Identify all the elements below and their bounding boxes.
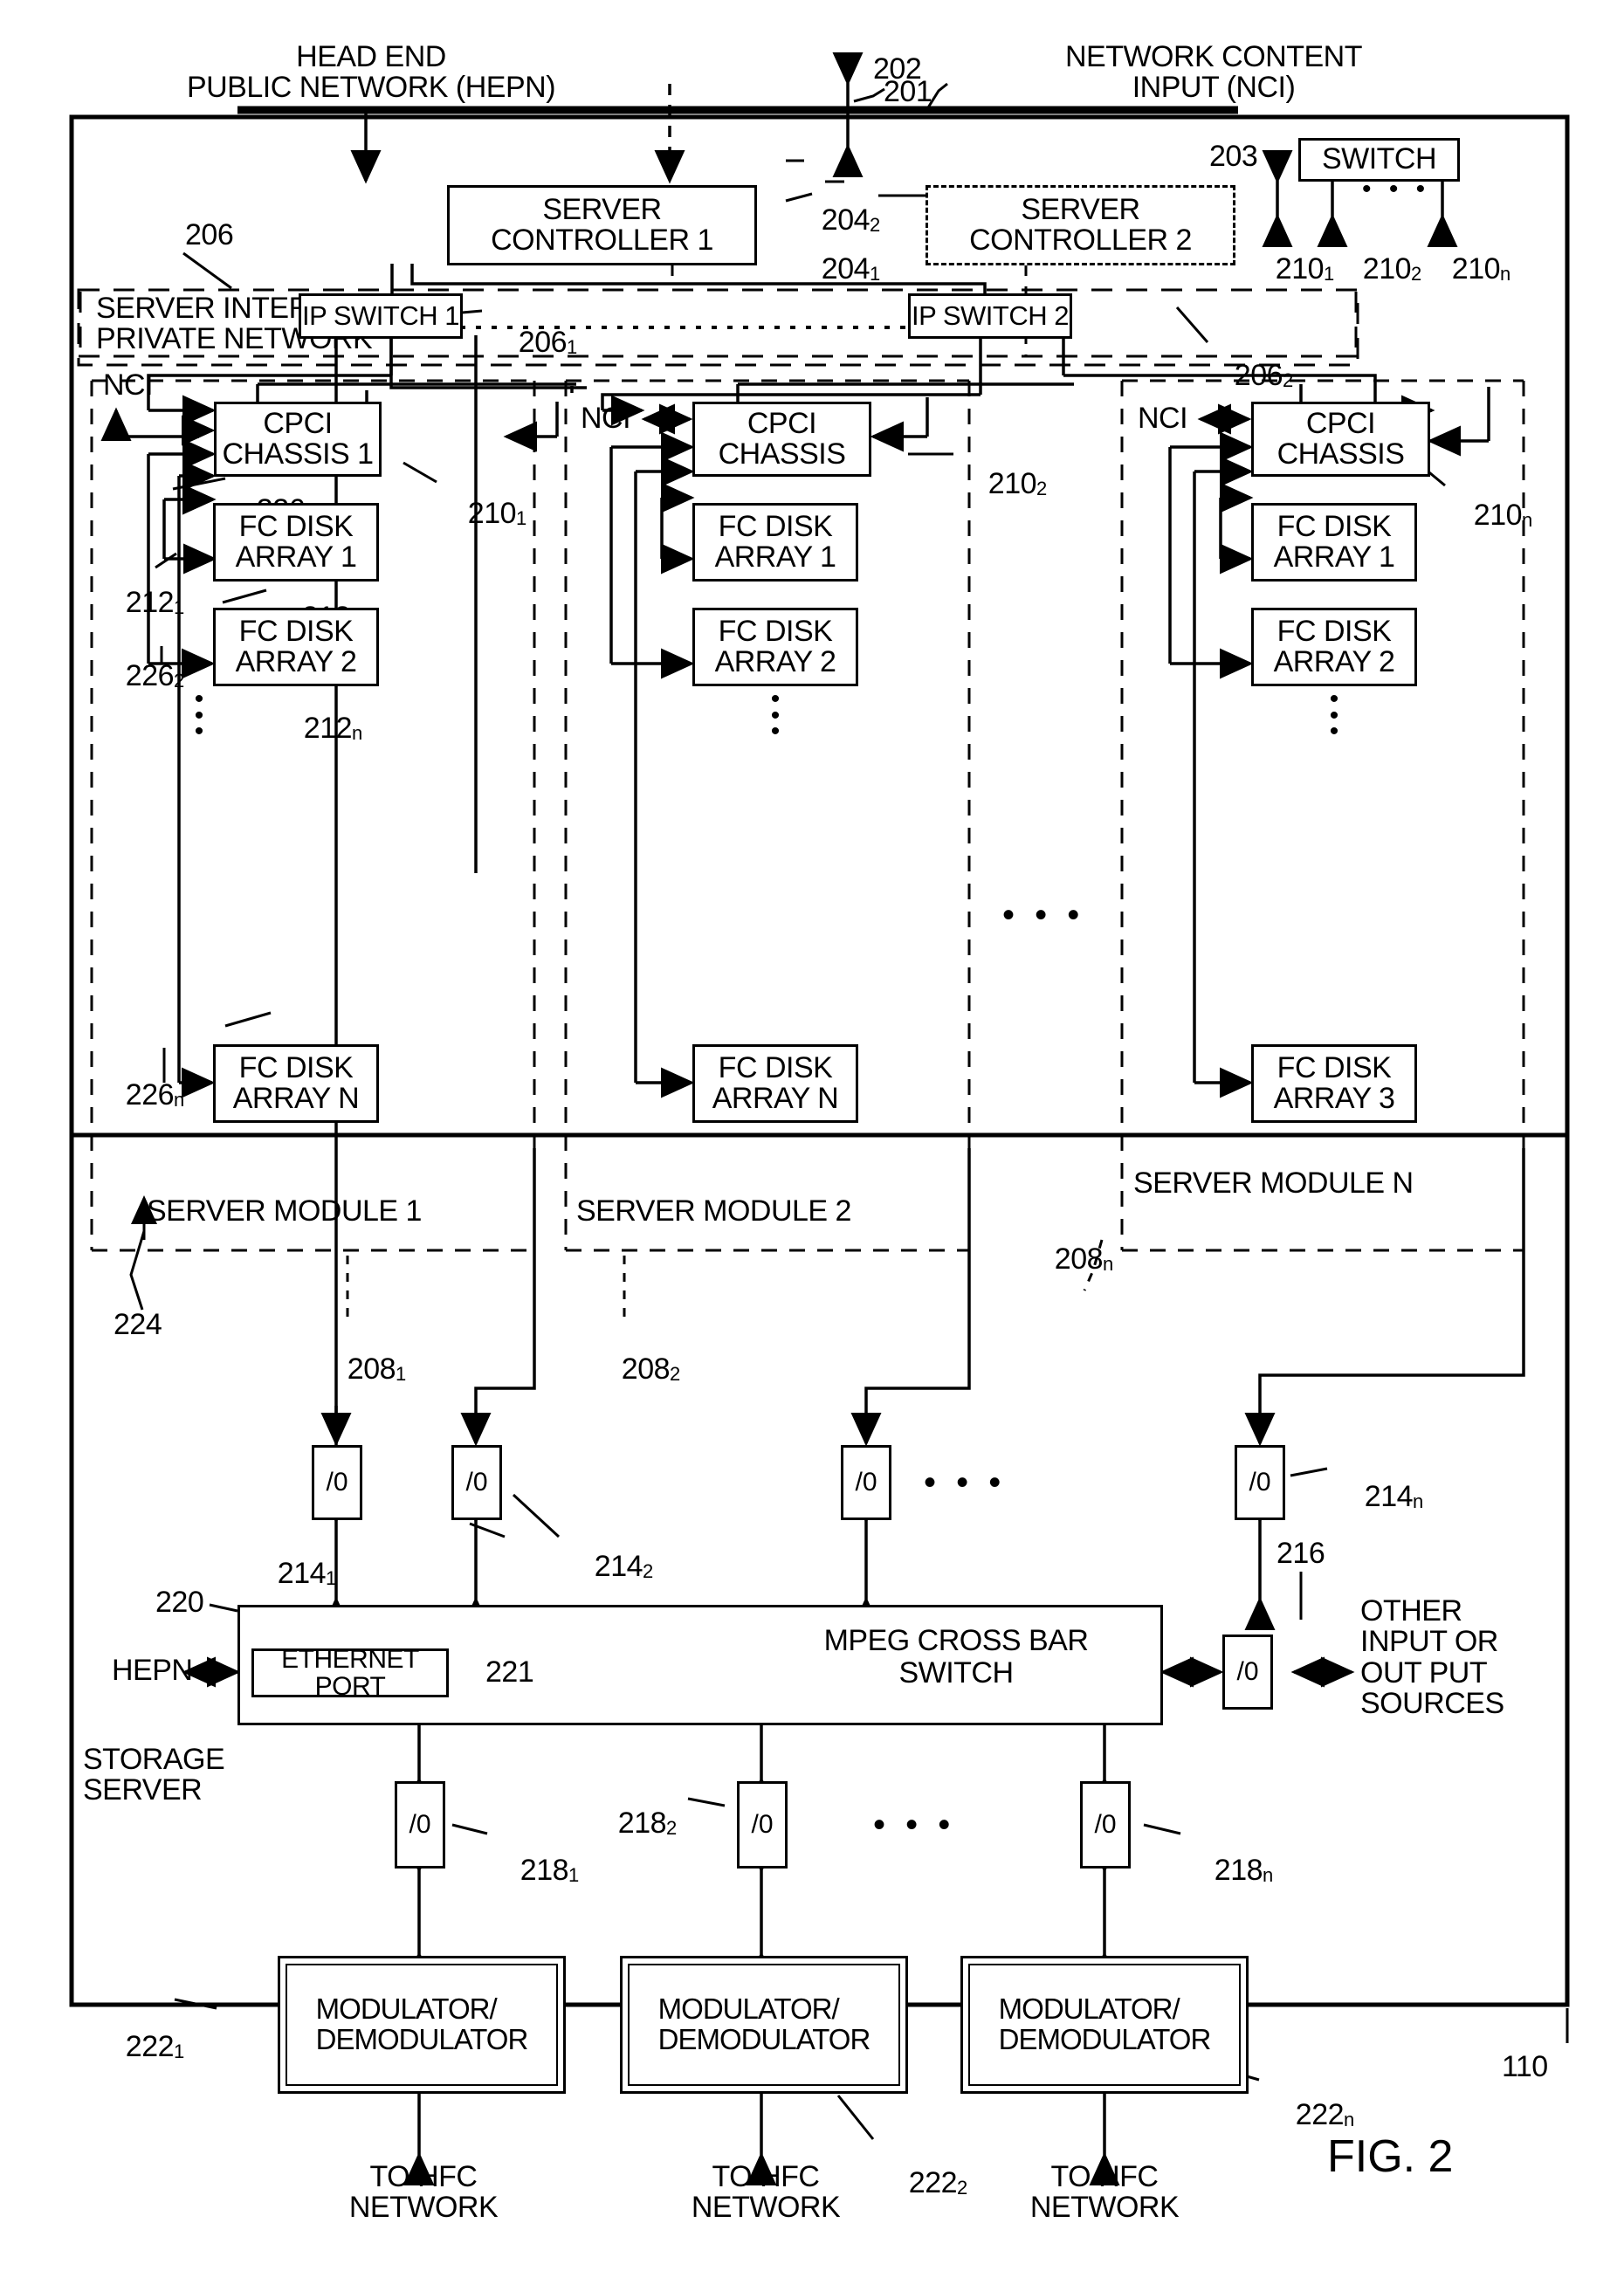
fc-disk-array-n-module-1[interactable]: FC DISK ARRAY N xyxy=(213,1044,379,1123)
module-1-title: SERVER MODULE 1 xyxy=(147,1194,422,1228)
io-218-n[interactable]: /0 xyxy=(1080,1781,1131,1869)
ip-switch-1[interactable]: IP SWITCH 1 xyxy=(299,293,463,339)
ref-226-n: 226n xyxy=(125,1078,184,1112)
server-controller-1[interactable]: SERVER CONTROLLER 1 xyxy=(447,185,757,265)
fc-disk-array-n-module-2[interactable]: FC DISK ARRAY N xyxy=(692,1044,858,1123)
ref-218-2: 2182 xyxy=(617,1807,677,1841)
ref-218-n: 218n xyxy=(1214,1854,1273,1888)
fc-disk-array-1-module-1[interactable]: FC DISK ARRAY 1 xyxy=(213,503,379,582)
other-sources-label: OTHER INPUT OR OUT PUT SOURCES xyxy=(1360,1594,1504,1721)
ref-208-n: 208n xyxy=(1054,1242,1113,1277)
ref-214-2: 2142 xyxy=(594,1550,653,1584)
ref-222-1: 2221 xyxy=(125,2030,184,2064)
ref-208-1: 2081 xyxy=(347,1352,406,1387)
fc-disk-array-2-module-2[interactable]: FC DISK ARRAY 2 xyxy=(692,608,858,686)
cpci-chassis-2[interactable]: CPCI CHASSIS xyxy=(692,402,871,477)
module-n-title: SERVER MODULE N xyxy=(1133,1167,1414,1200)
ref-224: 224 xyxy=(114,1308,162,1341)
modulator-demodulator-1[interactable]: MODULATOR/ DEMODULATOR xyxy=(278,1956,566,2094)
lower-io-ellipsis: • • • xyxy=(873,1806,956,1844)
io-214-n[interactable]: /0 xyxy=(1235,1445,1285,1520)
ref-216: 216 xyxy=(1276,1537,1325,1570)
ref-222-2: 2222 xyxy=(908,2166,967,2200)
modulator-demodulator-2-label: MODULATOR/ DEMODULATOR xyxy=(628,1964,900,2086)
cpci-chassis-n[interactable]: CPCI CHASSIS xyxy=(1251,402,1430,477)
ref-210-n-chassis: 210n xyxy=(1473,499,1532,533)
module-ellipsis: • • • xyxy=(1002,896,1085,934)
ethernet-port[interactable]: ETHERNET PORT xyxy=(251,1646,449,1700)
ref-210-1-chassis: 2101 xyxy=(467,497,526,531)
ref-221: 221 xyxy=(485,1655,534,1689)
ref-203: 203 xyxy=(1209,140,1258,173)
fc-disk-array-3-module-n[interactable]: FC DISK ARRAY 3 xyxy=(1251,1044,1417,1123)
disk-ellipsis-module-2: • • • xyxy=(770,685,781,747)
nci-label-module-2: NCI xyxy=(581,402,631,435)
hepn-title: HEAD END PUBLIC NETWORK (HEPN) xyxy=(186,40,556,105)
ip-switch-2[interactable]: IP SWITCH 2 xyxy=(908,293,1072,339)
storage-server-label: STORAGE SERVER xyxy=(83,1743,225,1807)
to-hfc-network-2: TO HFC NETWORK xyxy=(691,2160,841,2225)
module-2-title: SERVER MODULE 2 xyxy=(576,1194,851,1228)
mpeg-crossbar-label: MPEG CROSS BAR SWITCH xyxy=(823,1624,1089,1690)
fc-disk-array-1-module-2[interactable]: FC DISK ARRAY 1 xyxy=(692,503,858,582)
figure-canvas: HEAD END PUBLIC NETWORK (HEPN) NETWORK C… xyxy=(0,0,1624,2278)
ref-210-1: 2101 xyxy=(1275,252,1334,286)
ref-212-n: 212n xyxy=(303,712,362,746)
ref-218-1: 2181 xyxy=(520,1854,579,1888)
ref-220: 220 xyxy=(155,1586,204,1619)
ref-214-n: 214n xyxy=(1364,1480,1423,1514)
nci-label-module-1: NCI xyxy=(103,368,154,402)
ref-110: 110 xyxy=(1502,2050,1548,2083)
to-hfc-network-1: TO HFC NETWORK xyxy=(348,2160,499,2225)
ref-206: 206 xyxy=(185,218,234,251)
to-hfc-network-n: TO HFC NETWORK xyxy=(1029,2160,1180,2225)
ref-204-2: 2042 xyxy=(821,203,880,237)
modulator-demodulator-1-label: MODULATOR/ DEMODULATOR xyxy=(286,1964,558,2086)
ref-210-2: 2102 xyxy=(1362,252,1421,286)
ref-226-2: 2262 xyxy=(125,659,184,693)
io-218-1[interactable]: /0 xyxy=(395,1781,445,1869)
modulator-demodulator-n[interactable]: MODULATOR/ DEMODULATOR xyxy=(960,1956,1249,2094)
nci-title: NETWORK CONTENT INPUT (NCI) xyxy=(1064,40,1363,105)
figure-number: FIG. 2 xyxy=(1327,2131,1454,2182)
ref-210-n: 210n xyxy=(1451,252,1510,286)
hepn-side-label: HEPN xyxy=(112,1654,193,1687)
disk-ellipsis-module-n: • • • xyxy=(1329,685,1339,747)
modulator-demodulator-n-label: MODULATOR/ DEMODULATOR xyxy=(968,1964,1241,2086)
fc-disk-array-2-module-n[interactable]: FC DISK ARRAY 2 xyxy=(1251,608,1417,686)
server-controller-2[interactable]: SERVER CONTROLLER 2 xyxy=(926,185,1235,265)
ref-208-2: 2082 xyxy=(621,1352,680,1387)
fc-disk-array-1-module-n[interactable]: FC DISK ARRAY 1 xyxy=(1251,503,1417,582)
disk-ellipsis-module-1: • • • xyxy=(194,685,204,747)
fc-disk-array-2-module-1[interactable]: FC DISK ARRAY 2 xyxy=(213,608,379,686)
ref-201: 201 xyxy=(884,75,932,108)
switch-output-ellipsis: • • • xyxy=(1362,175,1431,203)
io-216[interactable]: /0 xyxy=(1222,1635,1273,1710)
io-214-mid[interactable]: /0 xyxy=(841,1445,891,1520)
ref-206-1: 2061 xyxy=(518,326,577,360)
ref-210-2-chassis: 2102 xyxy=(987,467,1047,501)
modulator-demodulator-2[interactable]: MODULATOR/ DEMODULATOR xyxy=(620,1956,908,2094)
nci-label-module-n: NCI xyxy=(1138,402,1188,435)
upper-io-ellipsis: • • • xyxy=(924,1463,1007,1502)
io-214-2[interactable]: /0 xyxy=(451,1445,502,1520)
io-214-1[interactable]: /0 xyxy=(312,1445,362,1520)
io-218-2[interactable]: /0 xyxy=(737,1781,788,1869)
